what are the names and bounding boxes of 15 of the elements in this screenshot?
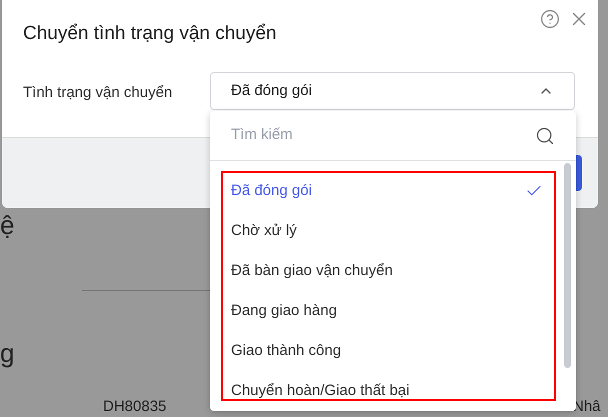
status-option[interactable]: Giao thành công bbox=[222, 331, 552, 371]
status-option[interactable]: Đang giao hàng bbox=[222, 291, 552, 331]
table-cell: DH80835 bbox=[103, 399, 166, 414]
heading-fragment: g bbox=[0, 340, 14, 366]
status-option[interactable]: Đã bàn giao vận chuyển bbox=[222, 251, 552, 291]
status-option[interactable]: Đã đóng gói bbox=[222, 171, 552, 211]
field-label: Tình trạng vận chuyển bbox=[23, 83, 172, 103]
heading-fragment: ệ bbox=[0, 212, 14, 238]
status-option[interactable]: Chờ xử lý bbox=[222, 211, 552, 251]
search-icon bbox=[535, 126, 555, 146]
search-field[interactable]: Tìm kiếm bbox=[231, 124, 481, 147]
dialog-title: Chuyển tình trạng vận chuyển bbox=[23, 22, 277, 46]
status-option[interactable]: Chuyển hoàn/Giao thất bại bbox=[222, 371, 552, 411]
status-select[interactable]: Đã đóng gói bbox=[210, 72, 575, 110]
help-icon[interactable] bbox=[540, 9, 560, 29]
